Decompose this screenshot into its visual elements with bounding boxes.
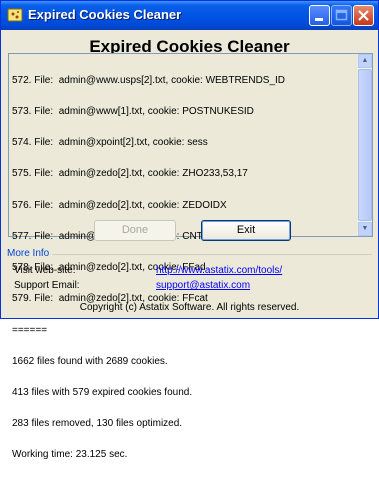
log-line: Working time: 23.125 sec. — [12, 449, 128, 461]
log-line: 283 files removed, 130 files optimized. — [12, 418, 183, 430]
title-bar[interactable]: Expired Cookies Cleaner — [1, 1, 378, 30]
email-label: Support Email: — [14, 280, 80, 291]
vertical-scrollbar[interactable]: ▲ ▼ — [357, 54, 372, 236]
log-line: ====== — [12, 324, 48, 336]
website-link[interactable]: http://www.astatix.com/tools/ — [156, 265, 282, 276]
done-button[interactable]: Done — [94, 220, 176, 241]
scroll-down-arrow-icon[interactable]: ▼ — [358, 222, 372, 236]
log-line: 574. File: admin@xpoint[2].txt, cookie: … — [12, 137, 208, 149]
log-line: 413 files with 579 expired cookies found… — [12, 387, 193, 398]
results-log[interactable]: 572. File: admin@www.usps[2].txt, cookie… — [8, 53, 373, 460]
close-button[interactable] — [353, 5, 374, 26]
log-line: 577. File: admin@zedo[2].txt, cookie: CN… — [12, 230, 247, 242]
log-line: 573. File: admin@www[1].txt, cookie: POS… — [12, 106, 254, 118]
maximize-button[interactable] — [331, 5, 352, 26]
more-info-label: More Info — [7, 248, 50, 259]
minimize-button[interactable] — [309, 5, 330, 26]
maximize-icon — [335, 9, 348, 21]
copyright-text: Copyright (c) Astatix Software. All righ… — [79, 302, 300, 313]
cookie-app-icon — [7, 8, 23, 22]
log-line: 1662 files found with 2689 cookies. — [12, 355, 168, 367]
app-window: Expired Cookies Cleaner Expired Cookies … — [0, 0, 379, 460]
email-link[interactable]: support@astatix.com — [156, 280, 250, 291]
log-line: 576. File: admin@zedo[2].txt, cookie: ZE… — [12, 199, 227, 211]
dialog-body: Expired Cookies Cleaner 572. File: admin… — [4, 30, 375, 460]
close-icon — [358, 10, 369, 21]
scroll-up-arrow-icon[interactable]: ▲ — [358, 54, 372, 68]
section-divider — [52, 254, 372, 255]
exit-button[interactable]: Exit — [201, 220, 291, 241]
minimize-icon — [315, 18, 323, 21]
window-title: Expired Cookies Cleaner — [28, 7, 182, 22]
log-line: 575. File: admin@zedo[2].txt, cookie: ZH… — [12, 168, 248, 180]
log-line: 572. File: admin@www.usps[2].txt, cookie… — [12, 74, 286, 86]
website-label: Visit web-site: — [14, 265, 76, 276]
scroll-thumb[interactable] — [358, 69, 372, 221]
